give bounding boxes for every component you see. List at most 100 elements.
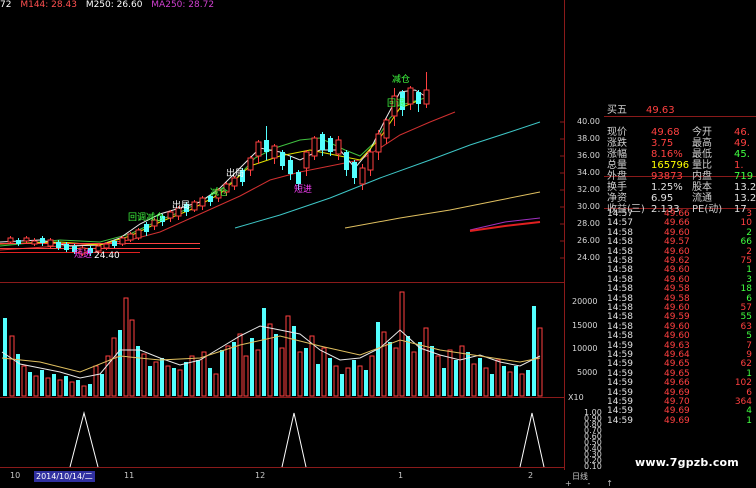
annotation-short-entry-2: 短进 bbox=[74, 248, 92, 260]
date-label: 1 bbox=[398, 471, 404, 480]
stat-value: 45. bbox=[734, 149, 750, 160]
candle-body bbox=[47, 239, 54, 247]
candle-body bbox=[167, 211, 174, 219]
quote-stat-row: 外盘 93873 内盘 719 bbox=[604, 171, 756, 182]
ma-legend-item: M144: 28.43 bbox=[20, 0, 77, 10]
volume-bar bbox=[93, 365, 99, 397]
candle-body bbox=[56, 242, 61, 248]
volume-tick-label: 10000 bbox=[572, 344, 598, 353]
annotation-pullback: 回调 bbox=[387, 98, 405, 109]
volume-bar bbox=[411, 351, 417, 397]
volume-bar bbox=[165, 365, 171, 397]
volume-bar bbox=[514, 366, 518, 396]
volume-bar bbox=[357, 365, 363, 397]
stat-value: 49.68 bbox=[651, 127, 680, 138]
kline-chart[interactable]: 减仓 回调 出局 出局 减仓 回调减仓 短进 短进 24.40 bbox=[0, 0, 565, 470]
quote-stat-row: 涨跌 3.75 最高 49. bbox=[604, 138, 756, 149]
volume-bar bbox=[423, 327, 429, 397]
candle-body bbox=[64, 244, 69, 250]
candle-body bbox=[231, 177, 238, 187]
candle-body bbox=[344, 152, 349, 170]
volume-bar bbox=[76, 380, 80, 396]
ma-legend: 72 M144: 28.43 M250: 26.60 MA250: 28.72 bbox=[0, 0, 220, 12]
volume-bar bbox=[208, 368, 212, 396]
volume-bar bbox=[333, 365, 339, 397]
volume-bar bbox=[274, 334, 278, 396]
volume-bar bbox=[388, 342, 392, 396]
quote-panel: 买五 49.63 现价 49.68 今开 46. 涨跌 3.75 最高 49. 涨幅 8.16% 最… bbox=[604, 105, 756, 440]
stat-label: 涨跌 bbox=[607, 138, 627, 149]
volume-bar bbox=[129, 319, 135, 397]
volume-bar bbox=[519, 373, 525, 397]
candle-body bbox=[135, 229, 142, 239]
annotation-low-price: 24.40 bbox=[94, 251, 120, 261]
candle-body bbox=[7, 237, 14, 243]
stat-label: 量比 bbox=[692, 160, 712, 171]
sell5-label: 买五 bbox=[607, 105, 627, 116]
annotation-reduce-2: 减仓 bbox=[210, 186, 228, 198]
volume-unit-label: X10 bbox=[568, 393, 584, 402]
volume-bar bbox=[435, 355, 441, 397]
indicator-spikes bbox=[69, 411, 545, 468]
candle-body bbox=[288, 160, 293, 174]
date-label: 10 bbox=[10, 471, 21, 480]
candle-body bbox=[367, 151, 374, 171]
ma-legend-item: MA250: 28.72 bbox=[151, 0, 215, 10]
candle-body bbox=[296, 172, 301, 184]
candle-body bbox=[311, 137, 318, 157]
volume-tick-label: 15000 bbox=[572, 321, 598, 330]
stat-value: 3.75 bbox=[651, 138, 674, 149]
volume-bar bbox=[81, 385, 87, 397]
candle-body bbox=[280, 152, 285, 166]
stat-value: 1. bbox=[734, 160, 744, 171]
volume-bar bbox=[220, 350, 224, 396]
candle-body bbox=[328, 138, 333, 152]
quote-stat-row: 涨幅 8.16% 最低 45. bbox=[604, 149, 756, 160]
volume-bar bbox=[213, 373, 219, 397]
annotation-pullback-reduce: 回调减仓 bbox=[128, 211, 164, 223]
candle-body bbox=[191, 201, 198, 211]
volume-bar bbox=[255, 349, 261, 397]
volume-bar bbox=[243, 355, 249, 397]
volume-bar bbox=[267, 323, 273, 397]
quote-stat-row: 总量 165796 量比 1. bbox=[604, 160, 756, 171]
volume-bar bbox=[532, 306, 536, 396]
signal-annotations: 减仓 回调 出局 出局 减仓 回调减仓 短进 短进 24.40 bbox=[74, 73, 410, 261]
volume-bar bbox=[483, 367, 489, 397]
volume-bar bbox=[495, 359, 501, 397]
volume-bar bbox=[33, 375, 39, 397]
panel-frames bbox=[0, 0, 565, 470]
volume-bar bbox=[393, 347, 399, 397]
volume-bar bbox=[88, 384, 92, 396]
stat-value: 13.2 bbox=[734, 193, 756, 204]
candle-body bbox=[375, 133, 382, 153]
volume-bar bbox=[69, 381, 75, 397]
volume-bar bbox=[225, 345, 231, 397]
volume-bar bbox=[3, 318, 7, 396]
stat-label: 外盘 bbox=[607, 171, 627, 182]
volume-bar bbox=[526, 370, 530, 396]
volume-bar bbox=[352, 360, 356, 396]
tick-price: 49.69 bbox=[664, 415, 690, 426]
candle-body bbox=[335, 139, 342, 155]
candle-body bbox=[407, 87, 414, 105]
volume-bar bbox=[279, 347, 285, 397]
stat-label: 涨幅 bbox=[607, 149, 627, 160]
candle-body bbox=[416, 92, 421, 104]
candle-body bbox=[352, 162, 357, 178]
tick-time: 14:59 bbox=[607, 415, 633, 426]
date-label: 12 bbox=[255, 471, 266, 480]
date-axis-bar bbox=[0, 470, 756, 487]
volume-bar bbox=[160, 358, 164, 396]
volume-bar bbox=[442, 368, 446, 396]
candle-body bbox=[119, 237, 126, 245]
volume-bar bbox=[490, 374, 494, 396]
candle-body bbox=[31, 240, 38, 245]
annotation-reduce-1: 减仓 bbox=[392, 73, 410, 85]
volume-bar bbox=[100, 374, 104, 396]
stat-label: 换手 bbox=[607, 182, 627, 193]
volume-bar bbox=[148, 366, 152, 396]
price-tick-label: 36.00 bbox=[577, 151, 600, 160]
quote-stat-row: 现价 49.68 今开 46. bbox=[604, 127, 756, 138]
date-label: 2 bbox=[528, 471, 534, 480]
